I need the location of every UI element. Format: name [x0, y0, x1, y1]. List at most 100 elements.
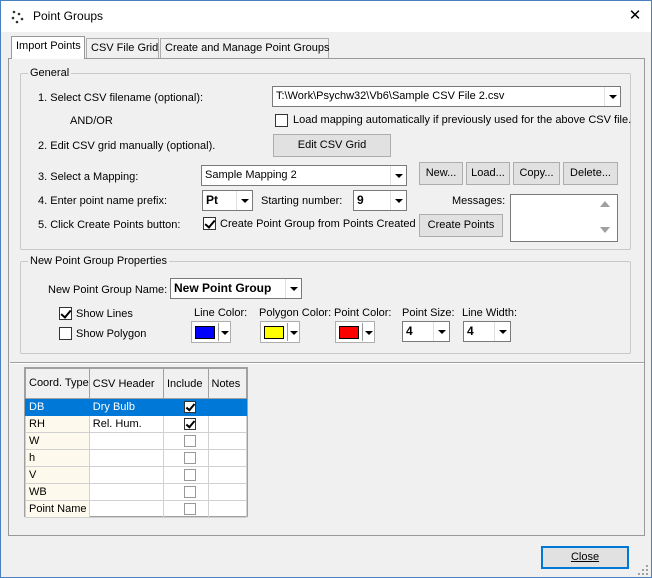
polygon-color-dropdown-button[interactable]: [287, 323, 299, 341]
cell-csv-header[interactable]: [88, 500, 164, 518]
show-lines-label: Show Lines: [76, 308, 133, 320]
cell-csv-header[interactable]: [88, 466, 164, 484]
chevron-down-icon: [395, 174, 403, 178]
new-mapping-button[interactable]: New...: [419, 162, 463, 185]
cell-csv-header[interactable]: [88, 432, 164, 450]
line-width-combo[interactable]: 4: [463, 321, 511, 342]
starting-number-label: Starting number:: [261, 195, 343, 207]
cell-notes[interactable]: [207, 398, 247, 416]
line-color-label: Line Color:: [194, 307, 248, 319]
cell-coord-type: h: [25, 449, 90, 467]
create-group-checkbox[interactable]: [203, 217, 216, 230]
title-bar[interactable]: Point Groups ✕: [1, 1, 651, 32]
tab-import-points[interactable]: Import Points: [11, 36, 85, 59]
cell-notes[interactable]: [207, 432, 247, 450]
point-color-dropdown-button[interactable]: [362, 323, 374, 341]
group-name-dropdown-button[interactable]: [285, 279, 301, 298]
step2-label: 2. Edit CSV grid manually (optional).: [38, 140, 216, 152]
group-name-combo[interactable]: New Point Group: [170, 278, 302, 299]
cell-notes[interactable]: [207, 500, 247, 518]
close-icon[interactable]: ✕: [623, 5, 647, 27]
create-group-label: Create Point Group from Points Created: [220, 218, 416, 230]
table-row[interactable]: DB Dry Bulb: [25, 398, 247, 416]
mapping-value: Sample Mapping 2: [205, 169, 297, 181]
cell-csv-header[interactable]: Rel. Hum.: [88, 415, 164, 433]
point-size-combo[interactable]: 4: [402, 321, 450, 342]
polygon-color-label: Polygon Color:: [259, 307, 332, 319]
close-button[interactable]: Close: [541, 546, 629, 569]
include-checkbox[interactable]: [184, 486, 197, 498]
chevron-down-icon: [499, 330, 507, 334]
cell-csv-header[interactable]: Dry Bulb: [88, 398, 164, 416]
point-size-value: 4: [406, 324, 413, 338]
mapping-dropdown-button[interactable]: [390, 166, 406, 185]
starting-number-combo[interactable]: 9: [353, 190, 407, 211]
include-checkbox[interactable]: [184, 401, 197, 413]
table-row[interactable]: Point Name: [25, 500, 247, 518]
point-size-label: Point Size:: [402, 307, 455, 319]
include-checkbox[interactable]: [184, 435, 197, 447]
show-polygon-label: Show Polygon: [76, 328, 147, 340]
show-polygon-checkbox[interactable]: [59, 327, 72, 340]
csv-filename-dropdown-button[interactable]: [604, 87, 620, 106]
chevron-down-icon: [241, 199, 249, 203]
table-row[interactable]: W: [25, 432, 247, 450]
cell-notes[interactable]: [207, 449, 247, 467]
cell-include: [162, 449, 209, 467]
chevron-down-icon: [365, 331, 373, 335]
resize-grip-icon[interactable]: [637, 564, 649, 576]
delete-mapping-button[interactable]: Delete...: [563, 162, 618, 185]
cell-notes[interactable]: [207, 466, 247, 484]
cell-notes[interactable]: [207, 483, 247, 501]
create-points-button[interactable]: Create Points: [419, 214, 503, 237]
cell-notes[interactable]: [207, 415, 247, 433]
cell-csv-header[interactable]: [88, 449, 164, 467]
include-checkbox[interactable]: [184, 452, 197, 464]
point-color-label: Point Color:: [334, 307, 392, 319]
line-width-dropdown-button[interactable]: [494, 322, 510, 341]
mapping-table: Coord. Type CSV Header Include Notes DB …: [25, 368, 247, 518]
polygon-color-picker[interactable]: [260, 321, 300, 343]
line-color-dropdown-button[interactable]: [218, 323, 230, 341]
chevron-down-icon: [290, 331, 298, 335]
table-row[interactable]: RH Rel. Hum.: [25, 415, 247, 433]
table-row[interactable]: V: [25, 466, 247, 484]
load-mapping-checkbox[interactable]: [275, 114, 288, 127]
mapping-combo[interactable]: Sample Mapping 2: [201, 165, 407, 186]
load-mapping-button[interactable]: Load...: [466, 162, 510, 185]
cell-include: [162, 432, 209, 450]
header-include: Include: [162, 368, 209, 399]
scroll-down-icon[interactable]: [600, 227, 610, 233]
chevron-down-icon: [438, 330, 446, 334]
edit-csv-grid-button[interactable]: Edit CSV Grid: [273, 134, 391, 157]
include-checkbox[interactable]: [184, 469, 197, 481]
cell-include: [162, 466, 209, 484]
load-mapping-label: Load mapping automatically if previously…: [293, 114, 632, 126]
include-checkbox[interactable]: [184, 503, 197, 515]
csv-filename-combo[interactable]: T:\Work\Psychw32\Vb6\Sample CSV File 2.c…: [272, 86, 621, 107]
table-row[interactable]: h: [25, 449, 247, 467]
prefix-dropdown-button[interactable]: [236, 191, 252, 210]
header-csv-header: CSV Header: [88, 368, 164, 399]
tab-csv-file-grid[interactable]: CSV File Grid: [86, 38, 159, 59]
prefix-combo[interactable]: Pt: [202, 190, 253, 211]
cell-csv-header[interactable]: [88, 483, 164, 501]
line-color-picker[interactable]: [191, 321, 231, 343]
header-coord-type: Coord. Type: [25, 368, 90, 399]
starting-number-dropdown-button[interactable]: [390, 191, 406, 210]
group-name-label: New Point Group Name:: [48, 284, 168, 296]
messages-box[interactable]: [510, 194, 618, 242]
and-or-label: AND/OR: [70, 115, 113, 127]
properties-group-label: New Point Group Properties: [28, 255, 169, 267]
include-checkbox[interactable]: [184, 418, 197, 430]
step1-label: 1. Select CSV filename (optional):: [38, 92, 204, 104]
tab-create-manage-point-groups[interactable]: Create and Manage Point Groups: [160, 38, 330, 59]
scroll-up-icon[interactable]: [600, 201, 610, 207]
copy-mapping-button[interactable]: Copy...: [513, 162, 560, 185]
show-lines-checkbox[interactable]: [59, 307, 72, 320]
table-row[interactable]: WB: [25, 483, 247, 501]
point-color-picker[interactable]: [335, 321, 375, 343]
mapping-grid[interactable]: Coord. Type CSV Header Include Notes DB …: [24, 367, 248, 518]
point-size-dropdown-button[interactable]: [433, 322, 449, 341]
cell-coord-type: DB: [25, 398, 90, 416]
